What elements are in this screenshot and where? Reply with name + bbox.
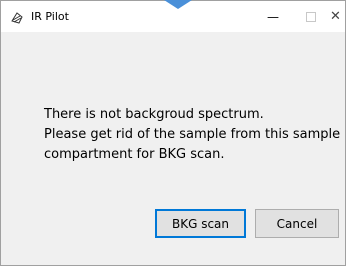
top-accent-shape <box>164 0 192 9</box>
dialog-window: IR Pilot — ✕ There is not backgroud spec… <box>0 0 346 266</box>
message-text: There is not backgroud spectrum. Please … <box>44 105 340 165</box>
minimize-icon: — <box>267 9 279 24</box>
maximize-icon <box>306 11 316 22</box>
app-icon <box>10 10 24 24</box>
message-line: compartment for BKG scan. <box>44 147 225 162</box>
bkg-scan-button[interactable]: BKG scan <box>155 209 246 238</box>
close-icon: ✕ <box>330 9 341 24</box>
cancel-button[interactable]: Cancel <box>255 209 339 238</box>
close-button[interactable]: ✕ <box>330 1 350 32</box>
message-line: There is not backgroud spectrum. <box>44 107 264 122</box>
message-line: Please get rid of the sample from this s… <box>44 127 341 142</box>
window-title: IR Pilot <box>31 10 69 23</box>
maximize-button <box>292 1 330 32</box>
minimize-button[interactable]: — <box>254 1 292 32</box>
